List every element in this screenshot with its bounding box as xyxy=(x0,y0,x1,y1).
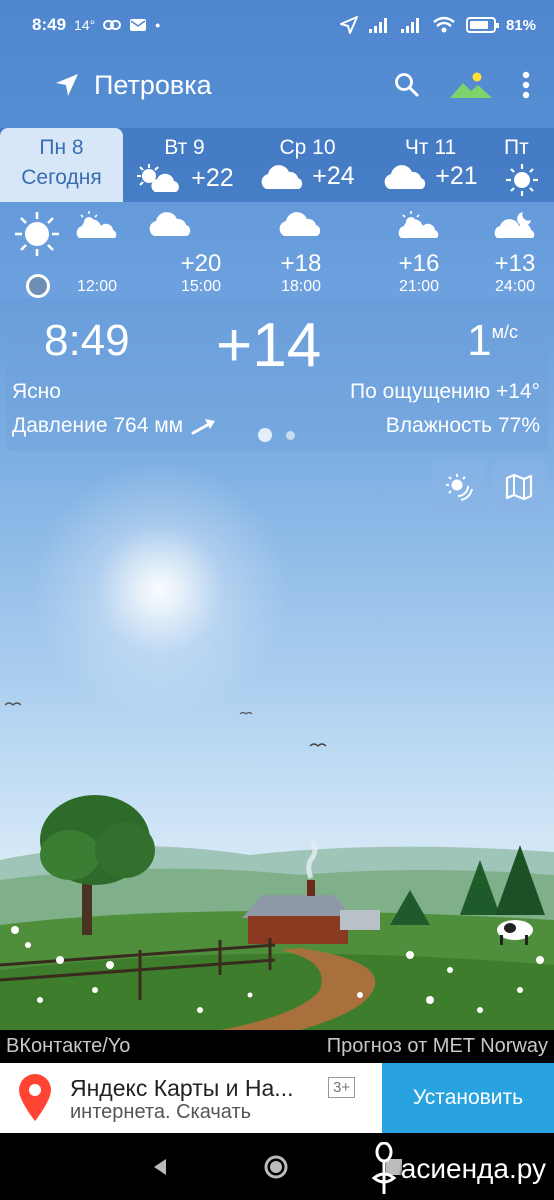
home-icon[interactable] xyxy=(263,1154,289,1180)
hour-temp: +13 xyxy=(494,250,536,277)
signal-icon-2 xyxy=(400,18,419,33)
hour-cell: +18 18:00 xyxy=(256,202,346,298)
battery-level: 81% xyxy=(505,16,536,34)
map-icon xyxy=(505,473,533,501)
cloud-moon-icon xyxy=(494,212,535,238)
ad-title: Яндекс Карты и На... xyxy=(70,1075,294,1101)
landscape-icon[interactable] xyxy=(450,70,492,100)
install-button[interactable]: Установить xyxy=(382,1063,554,1133)
page-indicator xyxy=(258,428,295,442)
day-name: Ср 10 xyxy=(279,136,336,159)
hourly-forecast: 12:00 +20 15:00 +18 18:00 +16 21:00 +13 … xyxy=(0,202,554,298)
current-time: 8:49 xyxy=(44,316,130,365)
ad-banner[interactable]: Яндекс Карты и На... интернета. Скачать … xyxy=(0,1063,554,1133)
hour-time: 15:00 xyxy=(180,278,222,295)
day-tab-wed[interactable]: Ср 10 +24 xyxy=(246,128,369,202)
mail-icon xyxy=(130,19,147,31)
hour-time: 18:00 xyxy=(280,278,322,295)
hour-time: 24:00 xyxy=(494,278,536,295)
day-temp: +24 xyxy=(312,162,355,190)
day-temp: +21 xyxy=(435,162,478,190)
status-temperature: 14° xyxy=(74,17,96,33)
hour-cell: +13 24:00 xyxy=(470,202,554,298)
ad-subtitle: интернета. Скачать xyxy=(70,1101,252,1123)
pressure-text: Давление 764 мм xyxy=(12,414,184,437)
sun-glow xyxy=(30,460,290,720)
watermark: асиенда.ру xyxy=(371,1142,546,1196)
feels-like: По ощущению +14° xyxy=(350,380,540,403)
partly-cloudy-icon xyxy=(76,211,117,238)
ad-text: Яндекс Карты и На... интернета. Скачать … xyxy=(70,1063,382,1133)
back-icon[interactable] xyxy=(150,1157,170,1177)
ad-app-icon xyxy=(0,1063,70,1133)
wind-speed: 1м/с xyxy=(467,316,518,365)
attribution-bar: ВКонтакте/Yo Прогноз от MET Norway xyxy=(0,1030,554,1063)
hour-time: 21:00 xyxy=(398,278,440,295)
day-name: Чт 11 xyxy=(404,136,457,159)
signal-icon xyxy=(368,18,387,33)
current-conditions-card[interactable]: 8:49 +14 1м/с Ясно По ощущению +14° Давл… xyxy=(6,306,548,451)
sun-radar-icon xyxy=(446,474,473,501)
navigation-arrow-icon[interactable] xyxy=(54,72,80,98)
day-tab-today[interactable]: Пн 8 Сегодня xyxy=(0,128,123,202)
toolbar: Петровка xyxy=(0,55,554,115)
day-name: Вт 9 xyxy=(164,136,205,159)
hour-temp: +18 xyxy=(280,250,322,277)
hour-temp: +20 xyxy=(180,250,222,277)
current-temperature: +14 xyxy=(216,311,322,380)
day-tabs: Пн 8 Сегодня Вт 9 +22 Ср 10 +24 Чт 11 +2… xyxy=(0,128,554,202)
location-title[interactable]: Петровка xyxy=(94,70,212,101)
weather-radar-button[interactable] xyxy=(432,460,486,514)
pressure: Давление 764 мм xyxy=(12,414,217,438)
cloud-icon xyxy=(279,212,321,236)
day-tab-thu[interactable]: Чт 11 +21 xyxy=(369,128,492,202)
sun-icon xyxy=(506,164,538,196)
current-hour-indicator xyxy=(26,274,50,298)
pressure-trend-arrow-icon xyxy=(191,419,216,435)
condition-text: Ясно xyxy=(12,380,61,403)
birds-decoration xyxy=(4,702,327,747)
humidity: Влажность 77% xyxy=(385,414,540,437)
hour-temp: +16 xyxy=(398,250,440,277)
battery-icon xyxy=(465,17,499,33)
partly-cloudy-icon xyxy=(137,164,180,192)
day-name: Пт xyxy=(504,136,529,159)
status-time: 8:49 xyxy=(32,15,67,34)
page-dot-active xyxy=(258,428,272,442)
map-pin-icon xyxy=(19,1074,51,1121)
day-tab-tue[interactable]: Вт 9 +22 xyxy=(123,128,246,202)
more-options-icon[interactable] xyxy=(522,71,530,99)
day-temp: +22 xyxy=(191,163,234,192)
link-icon xyxy=(103,20,122,30)
age-rating-badge: 3+ xyxy=(328,1077,356,1098)
hour-cell: +20 15:00 xyxy=(156,202,246,298)
status-bar: 8:49 14° • 81% xyxy=(0,0,554,50)
landscape-illustration xyxy=(0,795,554,1030)
day-sub: Сегодня xyxy=(21,166,102,189)
forecast-provider[interactable]: Прогноз от MET Norway xyxy=(327,1035,548,1058)
location-arrow-icon xyxy=(339,16,358,34)
wifi-icon xyxy=(433,16,455,33)
map-button[interactable] xyxy=(492,460,546,514)
cloud-icon xyxy=(261,164,303,189)
hour-cell: +16 21:00 xyxy=(374,202,464,298)
page-dot xyxy=(286,430,295,440)
notification-dot-icon: • xyxy=(155,17,161,33)
partly-cloudy-icon xyxy=(398,211,439,238)
search-icon[interactable] xyxy=(394,72,420,98)
cloud-icon xyxy=(384,164,426,189)
day-name: Пн 8 xyxy=(39,136,84,159)
watermark-logo-icon xyxy=(371,1142,397,1194)
watermark-text: асиенда.ру xyxy=(400,1153,546,1184)
source-link[interactable]: ВКонтакте/Yo xyxy=(6,1035,130,1058)
wind-unit: м/с xyxy=(491,322,518,342)
day-tab-fri[interactable]: Пт xyxy=(492,128,554,202)
